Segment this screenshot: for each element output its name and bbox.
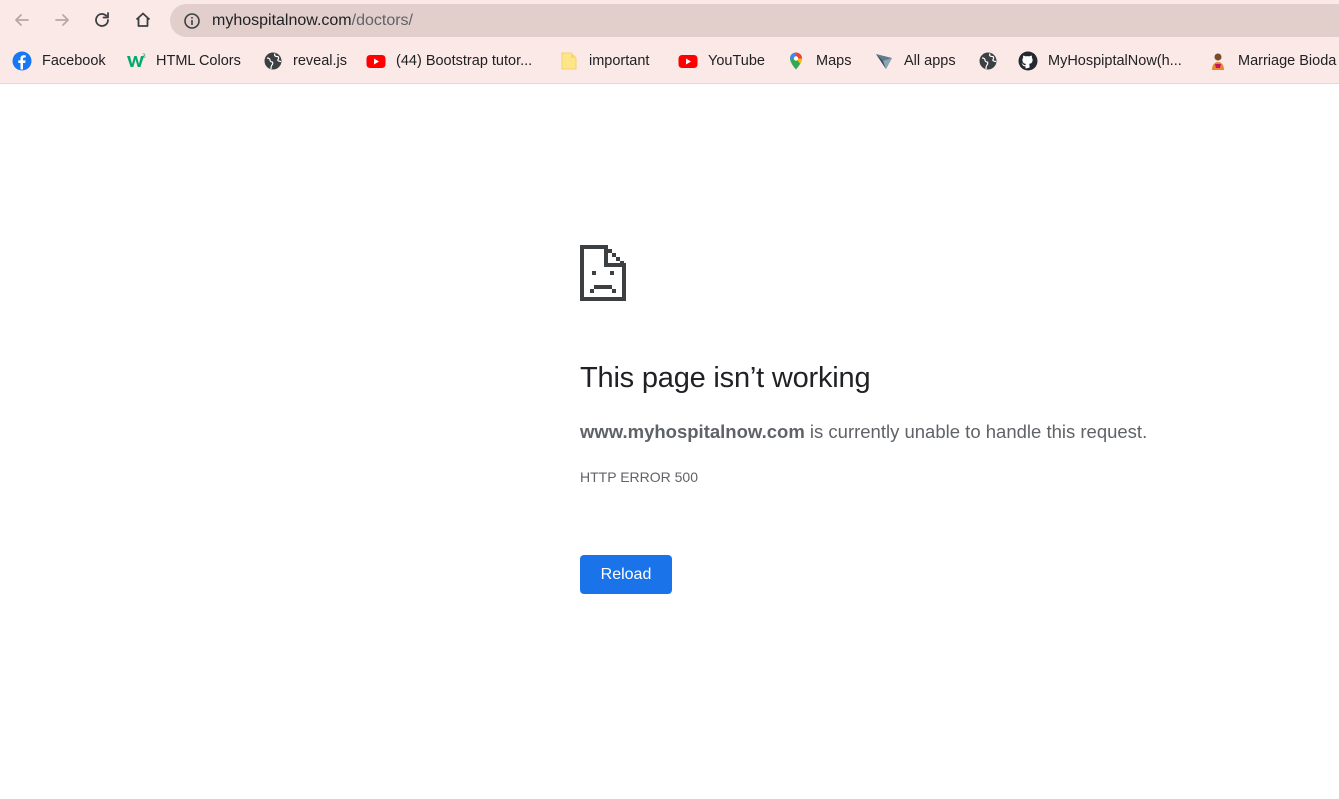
bookmark-label: Marriage Bioda [1238,53,1337,69]
svg-text:3: 3 [142,53,146,60]
bookmark-marriage-biodata[interactable]: Marriage Bioda [1208,49,1336,73]
bookmark-label: MyHospiptalNow(h... [1048,53,1182,69]
error-message: www.myhospitalnow.com is currently unabl… [580,420,1147,444]
bookmark-label: HTML Colors [156,53,241,69]
bookmark-maps[interactable]: Maps [786,49,851,73]
reload-icon [95,12,109,27]
person-icon [1208,51,1228,71]
bookmark-bootstrap-tutorial[interactable]: (44) Bootstrap tutor... [366,49,532,73]
maps-pin-icon [786,51,806,71]
globe-icon [978,51,998,71]
error-domain: www.myhospitalnow.com [580,421,805,442]
bookmark-label: Facebook [42,53,106,69]
url-host: myhospitalnow.com [212,12,352,29]
back-button[interactable] [6,4,38,36]
bookmark-html-colors[interactable]: 3 HTML Colors [126,49,241,73]
apps-icon [874,51,894,71]
info-icon[interactable] [183,12,201,30]
facebook-icon [12,51,32,71]
bookmark-facebook[interactable]: Facebook [12,49,106,73]
url-text[interactable]: myhospitalnow.com/doctors/ [212,11,413,30]
sad-page-icon [580,245,626,301]
bookmark-myhospitalnow-github[interactable]: MyHospiptalNow(h... [1018,49,1182,73]
error-title: This page isn’t working [580,362,871,394]
bookmarks-bar: Facebook 3 HTML Colors reveal.js (44) Bo… [0,40,1339,84]
arrow-right-icon [55,14,69,26]
bookmark-revealjs[interactable]: reveal.js [263,49,347,73]
forward-button[interactable] [46,4,78,36]
w3schools-icon: 3 [126,51,146,71]
youtube-icon [366,51,386,71]
bookmark-all-apps[interactable]: All apps [874,49,956,73]
bookmark-label: important [589,53,650,69]
browser-toolbar: myhospitalnow.com/doctors/ [0,0,1339,40]
error-code: HTTP ERROR 500 [580,469,698,485]
folder-icon [559,51,579,71]
youtube-icon [678,51,698,71]
home-button[interactable] [127,4,159,36]
home-icon [135,12,151,27]
arrow-left-icon [15,14,29,26]
error-message-text: is currently unable to handle this reque… [804,421,1148,442]
bookmark-label: Maps [816,53,852,69]
url-path: /doctors/ [351,12,413,29]
bookmark-youtube[interactable]: YouTube [678,49,765,73]
bookmark-label: reveal.js [293,53,347,69]
bookmark-label: All apps [904,53,956,69]
reload-page-button[interactable] [86,4,118,36]
github-icon [1018,51,1038,71]
globe-icon [263,51,283,71]
bookmark-label: (44) Bootstrap tutor... [396,53,533,69]
reload-button[interactable]: Reload [580,555,672,594]
bookmark-label: YouTube [708,53,765,69]
bookmark-globe[interactable] [978,49,1008,73]
bookmark-folder-important[interactable]: important [559,49,649,73]
address-bar[interactable]: myhospitalnow.com/doctors/ [170,4,1339,37]
